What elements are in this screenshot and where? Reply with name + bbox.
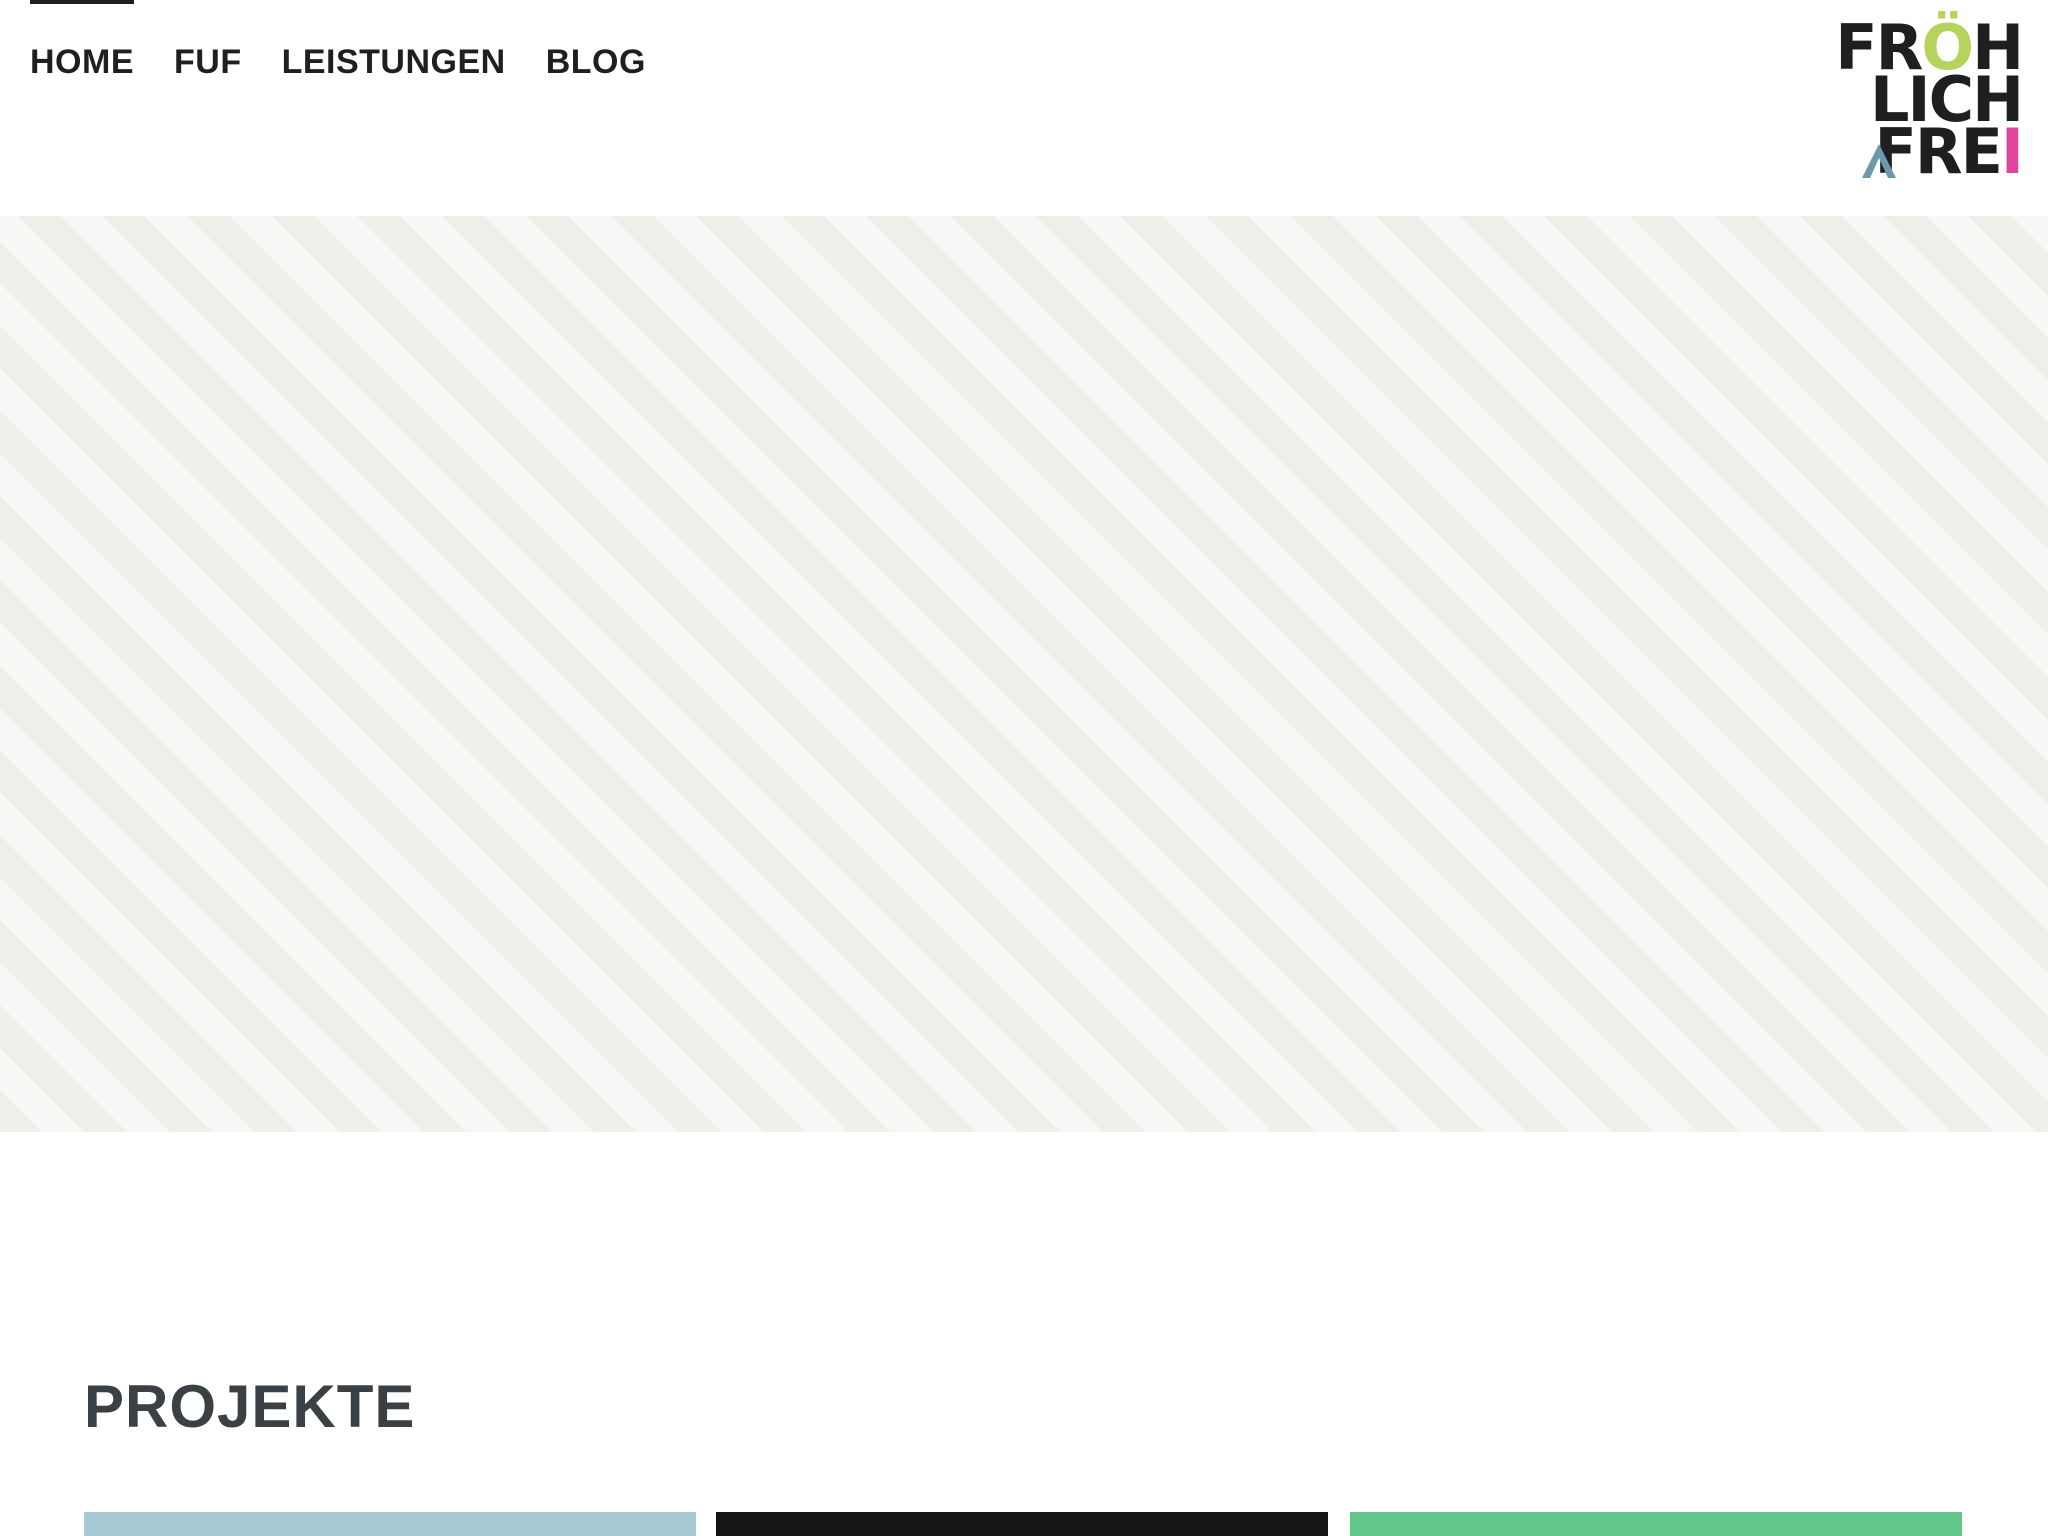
nav-item-fuf[interactable]: FUF bbox=[174, 0, 242, 82]
project-card-3[interactable] bbox=[1350, 1512, 1962, 1536]
nav-item-home[interactable]: HOME bbox=[30, 0, 134, 82]
project-card-2[interactable] bbox=[716, 1512, 1328, 1536]
project-card-1[interactable] bbox=[84, 1512, 696, 1536]
nav-item-blog[interactable]: BLOG bbox=[546, 0, 646, 82]
logo-line-3: FREI bbox=[1874, 121, 2024, 183]
logo-text-i: I bbox=[2000, 115, 2024, 188]
hero-banner bbox=[0, 216, 2048, 1132]
logo-triangle-icon bbox=[1862, 144, 1896, 178]
main-nav: HOME FUF LEISTUNGEN BLOG bbox=[30, 0, 686, 82]
projects-heading: PROJEKTE bbox=[84, 1373, 416, 1440]
nav-item-leistungen[interactable]: LEISTUNGEN bbox=[282, 0, 506, 82]
site-logo[interactable]: FRÖH LICH FREI bbox=[1835, 17, 2024, 183]
site-header: HOME FUF LEISTUNGEN BLOG FRÖH LICH FREI bbox=[0, 0, 2048, 216]
